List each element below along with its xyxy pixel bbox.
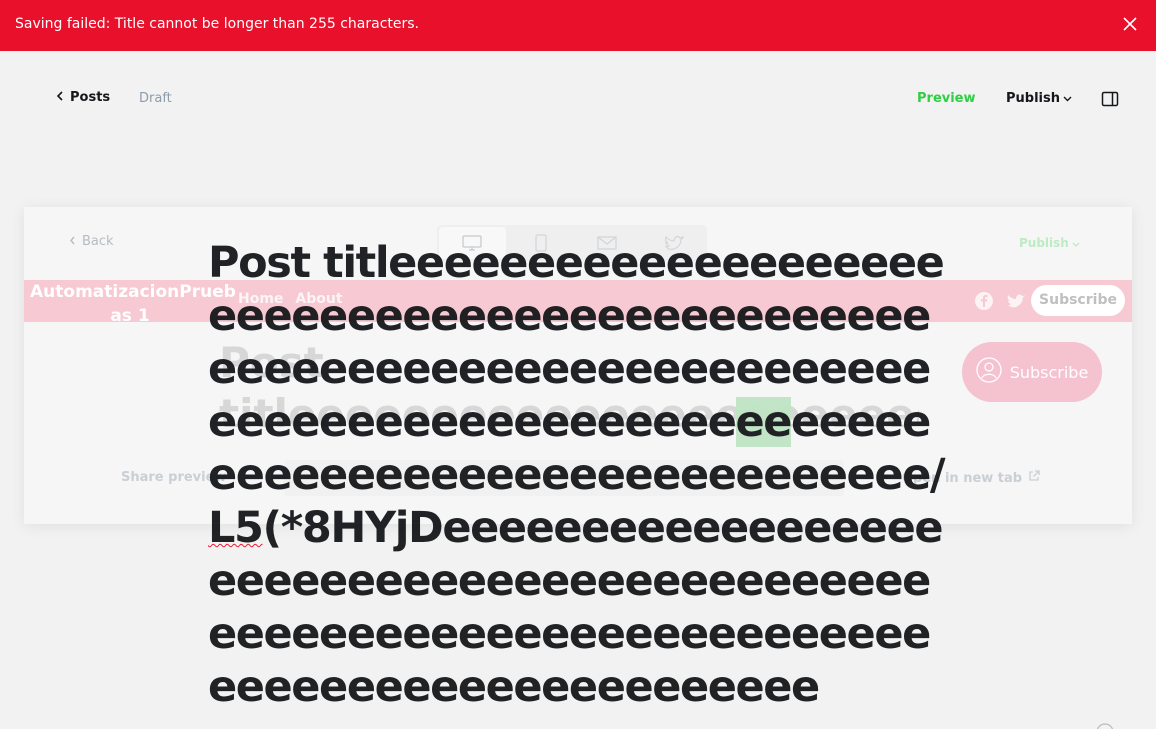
facebook-icon[interactable] [974, 291, 994, 315]
preview-back-label: Back [82, 234, 114, 249]
external-link-icon [1028, 470, 1040, 486]
chevron-down-icon [1072, 236, 1080, 250]
publish-dropdown[interactable]: Publish [1006, 91, 1072, 106]
back-to-posts-link[interactable]: Posts [56, 90, 110, 105]
close-icon[interactable] [1120, 14, 1140, 34]
floating-subscribe-label: Subscribe [1009, 362, 1089, 382]
preview-button[interactable]: Preview [917, 91, 976, 106]
help-icon[interactable] [1096, 723, 1114, 729]
social-links [974, 291, 1026, 315]
user-icon [976, 357, 1002, 387]
chevron-left-icon [56, 90, 64, 105]
error-banner: Saving failed: Title cannot be longer th… [0, 0, 1156, 51]
sidebar-toggle-icon[interactable] [1101, 90, 1119, 108]
preview-back-button[interactable]: Back [69, 234, 114, 249]
preview-publish-label: Publish [1019, 236, 1069, 250]
error-message: Saving failed: Title cannot be longer th… [15, 16, 419, 32]
preview-publish-dropdown[interactable]: Publish [1019, 236, 1080, 250]
site-title: AutomatizacionPrueb as 1 [30, 282, 236, 326]
post-title-input[interactable]: Post titleeeeeeeeeeeeeeeeeeeeeeeeeeeeeee… [208, 237, 948, 714]
chevron-down-icon [1063, 91, 1072, 106]
post-title-selection: ee [735, 397, 792, 447]
header-subscribe-button[interactable]: Subscribe [1031, 285, 1125, 316]
floating-subscribe-button[interactable]: Subscribe [962, 342, 1102, 402]
chevron-left-icon [69, 234, 76, 249]
twitter-icon[interactable] [1006, 291, 1026, 315]
post-status: Draft [139, 91, 172, 106]
back-label: Posts [70, 90, 111, 105]
publish-label: Publish [1006, 91, 1060, 106]
post-title-text: (*8HYjDeeeeeeeeeeeeeeeeeeeeeeeeeeeeeeeee… [208, 503, 943, 712]
spellcheck-underline: L5 [208, 503, 264, 553]
